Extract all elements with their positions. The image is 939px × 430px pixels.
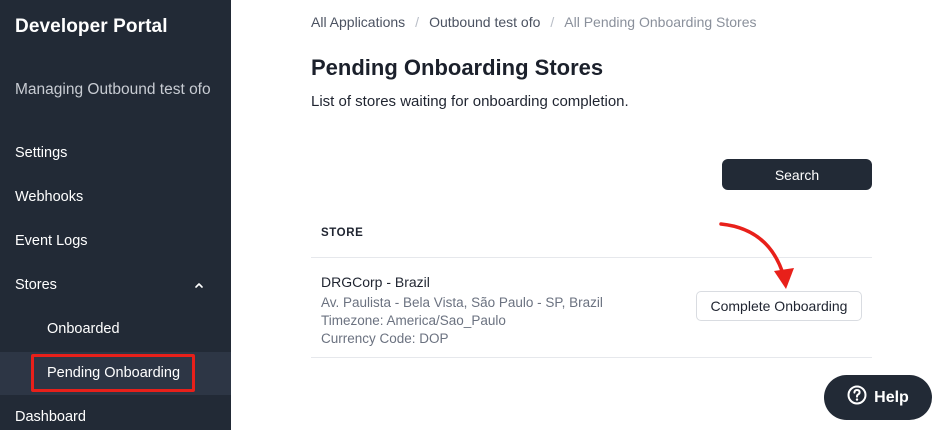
sidebar-item-stores[interactable]: Stores	[15, 277, 205, 293]
store-address: Av. Paulista - Bela Vista, São Paulo - S…	[321, 295, 603, 310]
breadcrumb-separator: /	[550, 14, 555, 30]
sidebar-item-stores-label: Stores	[15, 277, 57, 293]
store-timezone: Timezone: America/Sao_Paulo	[321, 313, 506, 328]
page-title: Pending Onboarding Stores	[311, 55, 604, 80]
sidebar-item-webhooks[interactable]: Webhooks	[15, 189, 83, 205]
sidebar: Developer Portal Managing Outbound test …	[0, 0, 231, 430]
managing-app-label: Managing Outbound test ofo	[15, 81, 211, 98]
breadcrumb-separator: /	[415, 14, 420, 30]
chevron-up-icon[interactable]	[193, 279, 205, 291]
breadcrumb: All Applications / Outbound test ofo / A…	[311, 14, 757, 30]
complete-onboarding-button[interactable]: Complete Onboarding	[696, 291, 862, 321]
sidebar-item-dashboard[interactable]: Dashboard	[15, 409, 86, 425]
store-currency: Currency Code: DOP	[321, 331, 449, 346]
sidebar-item-event-logs[interactable]: Event Logs	[15, 233, 88, 249]
store-name: DRGCorp - Brazil	[321, 274, 430, 290]
help-button[interactable]: Help	[824, 375, 932, 420]
breadcrumb-item-current: All Pending Onboarding Stores	[564, 14, 757, 30]
annotation-highlight-box	[31, 354, 195, 392]
page-description: List of stores waiting for onboarding co…	[311, 93, 629, 110]
annotation-arrow-icon	[719, 222, 794, 289]
help-label: Help	[874, 388, 909, 406]
sidebar-item-settings[interactable]: Settings	[15, 145, 67, 161]
breadcrumb-item-applications[interactable]: All Applications	[311, 14, 405, 30]
search-button[interactable]: Search	[722, 159, 872, 190]
question-circle-icon	[847, 385, 867, 410]
brand-title: Developer Portal	[15, 16, 168, 37]
breadcrumb-item-app[interactable]: Outbound test ofo	[429, 14, 540, 30]
sidebar-item-onboarded[interactable]: Onboarded	[47, 321, 120, 337]
